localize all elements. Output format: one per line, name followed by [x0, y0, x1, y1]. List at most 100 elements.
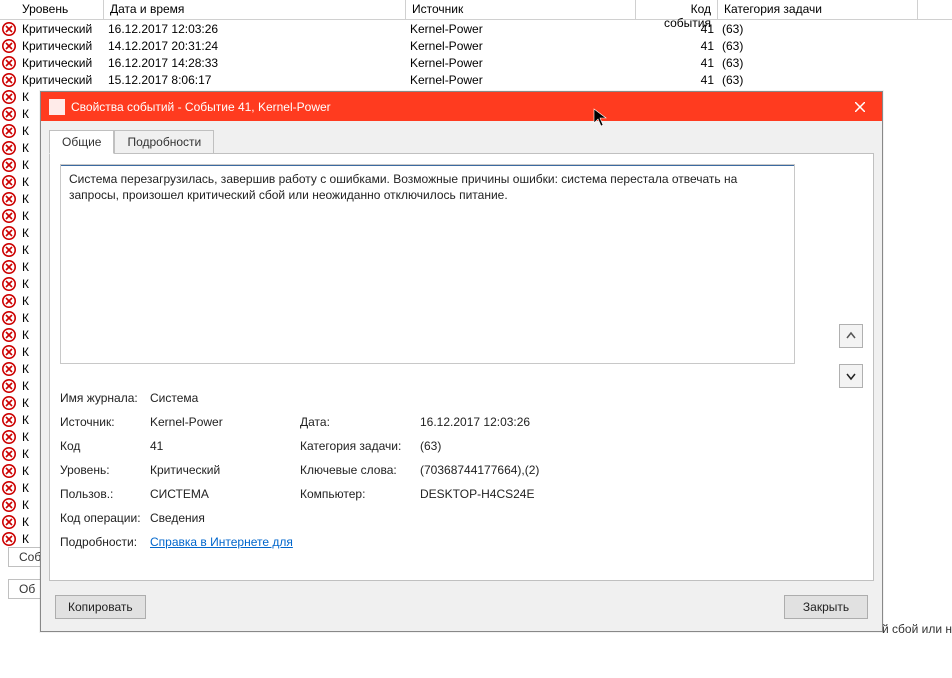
cell-level: Критический	[18, 73, 104, 87]
col-level[interactable]: Уровень	[0, 0, 104, 19]
error-icon	[0, 39, 18, 53]
error-icon	[0, 481, 18, 495]
error-icon	[0, 56, 18, 70]
value-category: (63)	[420, 439, 863, 453]
error-icon	[0, 498, 18, 512]
label-category: Категория задачи:	[300, 439, 420, 453]
close-icon	[855, 102, 865, 112]
cell-category: (63)	[718, 39, 918, 53]
error-icon	[0, 413, 18, 427]
error-icon	[0, 90, 18, 104]
background-panel-fragment: й сбой или н	[882, 622, 952, 636]
cell-eventid: 41	[636, 39, 718, 53]
value-opcode: Сведения	[150, 511, 300, 525]
label-opcode: Код операции:	[60, 511, 150, 525]
dialog-app-icon	[49, 99, 65, 115]
table-row[interactable]: Критический16.12.2017 14:28:33Kernel-Pow…	[0, 54, 952, 71]
cell-category: (63)	[718, 22, 918, 36]
table-row[interactable]: Критический16.12.2017 12:03:26Kernel-Pow…	[0, 20, 952, 37]
error-icon	[0, 532, 18, 546]
cell-level: Критический	[18, 56, 104, 70]
cell-level: Критический	[18, 22, 104, 36]
error-icon	[0, 22, 18, 36]
label-level: Уровень:	[60, 463, 150, 477]
error-icon	[0, 464, 18, 478]
description-top-rule	[61, 165, 794, 166]
error-icon	[0, 294, 18, 308]
cell-eventid: 41	[636, 56, 718, 70]
error-icon	[0, 345, 18, 359]
arrow-up-icon	[845, 330, 857, 342]
error-icon	[0, 243, 18, 257]
table-row[interactable]: Критический15.12.2017 8:06:17Kernel-Powe…	[0, 71, 952, 88]
cell-category: (63)	[718, 56, 918, 70]
error-icon	[0, 362, 18, 376]
error-icon	[0, 311, 18, 325]
cell-category: (63)	[718, 73, 918, 87]
help-link[interactable]: Справка в Интернете для	[150, 535, 293, 549]
dialog-titlebar[interactable]: Свойства событий - Событие 41, Kernel-Po…	[41, 92, 882, 121]
error-icon	[0, 192, 18, 206]
col-source[interactable]: Источник	[406, 0, 636, 19]
cell-source: Kernel-Power	[406, 56, 636, 70]
error-icon	[0, 277, 18, 291]
arrow-down-icon	[845, 370, 857, 382]
error-icon	[0, 209, 18, 223]
error-icon	[0, 107, 18, 121]
value-user: СИСТЕМА	[150, 487, 300, 501]
error-icon	[0, 124, 18, 138]
cell-eventid: 41	[636, 73, 718, 87]
nav-up-button[interactable]	[839, 324, 863, 348]
cell-level: Критический	[18, 39, 104, 53]
tab-details[interactable]: Подробности	[114, 130, 214, 154]
label-date: Дата:	[300, 415, 420, 429]
error-icon	[0, 141, 18, 155]
error-icon	[0, 175, 18, 189]
value-keywords: (70368744177664),(2)	[420, 463, 863, 477]
dialog-title: Свойства событий - Событие 41, Kernel-Po…	[71, 100, 838, 114]
label-computer: Компьютер:	[300, 487, 420, 501]
event-description[interactable]: Система перезагрузилась, завершив работу…	[60, 164, 795, 364]
label-code: Код	[60, 439, 150, 453]
error-icon	[0, 260, 18, 274]
cell-date: 14.12.2017 20:31:24	[104, 39, 406, 53]
error-icon	[0, 73, 18, 87]
value-log: Система	[150, 391, 300, 405]
tab-general[interactable]: Общие	[49, 130, 114, 154]
cell-source: Kernel-Power	[406, 73, 636, 87]
dialog-tabs: Общие Подробности	[49, 129, 874, 153]
error-icon	[0, 226, 18, 240]
cell-date: 16.12.2017 12:03:26	[104, 22, 406, 36]
label-source: Источник:	[60, 415, 150, 429]
value-level: Критический	[150, 463, 300, 477]
value-computer: DESKTOP-H4CS24E	[420, 487, 863, 501]
error-icon	[0, 328, 18, 342]
cell-source: Kernel-Power	[406, 22, 636, 36]
cell-date: 16.12.2017 14:28:33	[104, 56, 406, 70]
table-row[interactable]: Критический14.12.2017 20:31:24Kernel-Pow…	[0, 37, 952, 54]
error-icon	[0, 158, 18, 172]
error-icon	[0, 515, 18, 529]
label-log: Имя журнала:	[60, 391, 150, 405]
tab-panel-general: Система перезагрузилась, завершив работу…	[49, 153, 874, 581]
cell-date: 15.12.2017 8:06:17	[104, 73, 406, 87]
dialog-button-bar: Копировать Закрыть	[41, 595, 882, 619]
close-button[interactable]: Закрыть	[784, 595, 868, 619]
error-icon	[0, 430, 18, 444]
value-date: 16.12.2017 12:03:26	[420, 415, 863, 429]
label-user: Пользов.:	[60, 487, 150, 501]
col-category[interactable]: Категория задачи	[718, 0, 918, 19]
event-list-header: Уровень Дата и время Источник Код событи…	[0, 0, 952, 20]
label-more: Подробности:	[60, 535, 150, 549]
copy-button[interactable]: Копировать	[55, 595, 146, 619]
dialog-close-button[interactable]	[838, 92, 882, 121]
error-icon	[0, 396, 18, 410]
col-eventid[interactable]: Код события	[636, 0, 718, 19]
value-source: Kernel-Power	[150, 415, 300, 429]
nav-down-button[interactable]	[839, 364, 863, 388]
error-icon	[0, 379, 18, 393]
cell-eventid: 41	[636, 22, 718, 36]
error-icon	[0, 447, 18, 461]
col-date[interactable]: Дата и время	[104, 0, 406, 19]
value-code: 41	[150, 439, 300, 453]
